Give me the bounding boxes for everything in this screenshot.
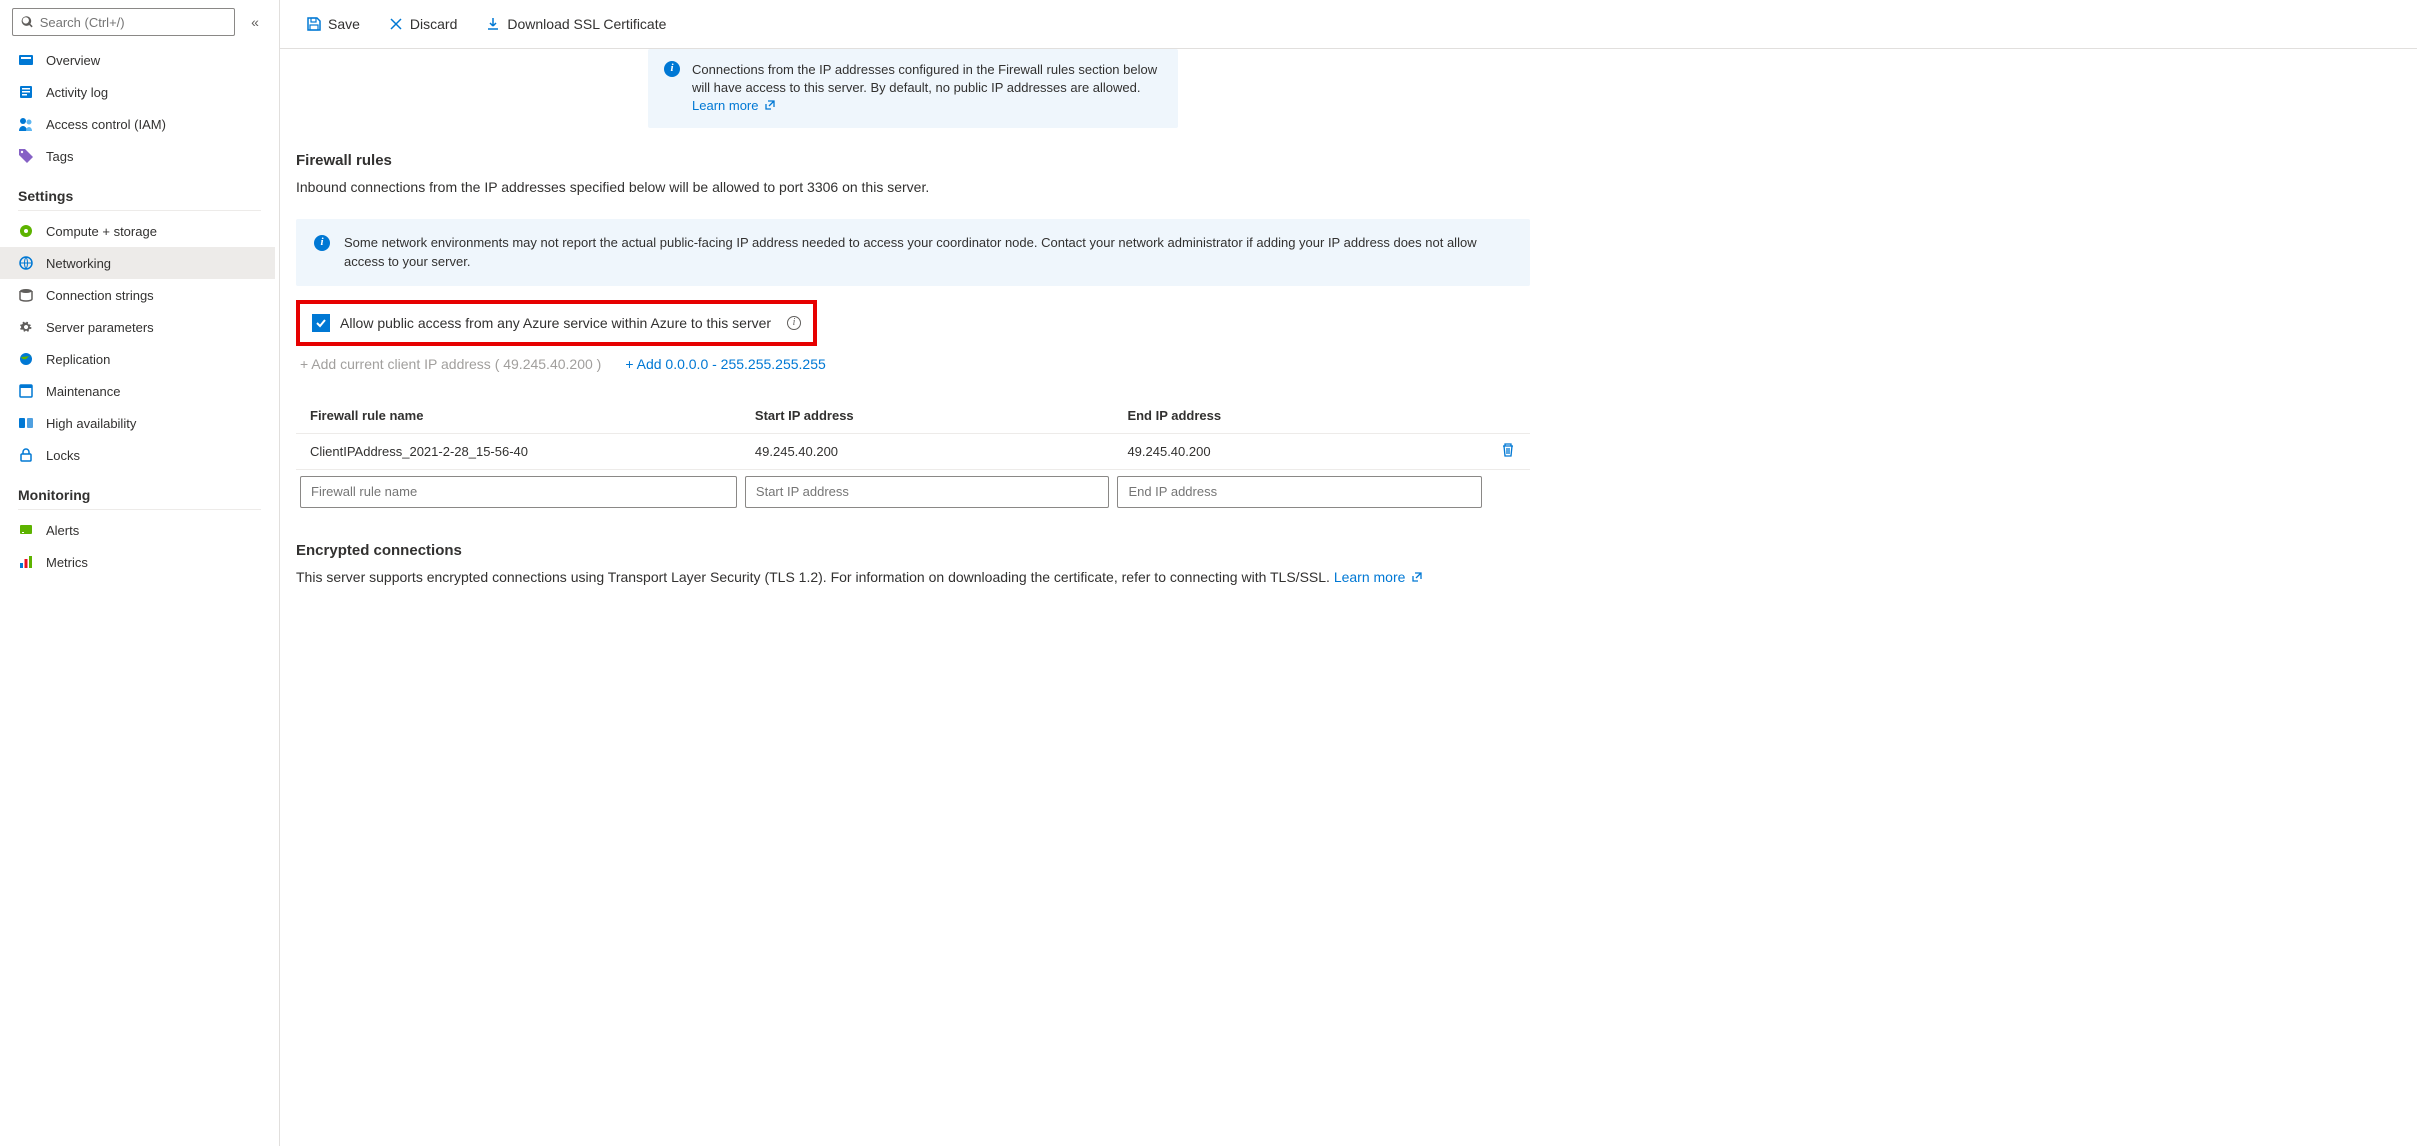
allow-azure-access-label: Allow public access from any Azure servi…: [340, 315, 771, 331]
nav-label: Maintenance: [46, 384, 120, 399]
nav-activity-log[interactable]: Activity log: [0, 76, 275, 108]
new-end-ip-input[interactable]: [1117, 476, 1482, 508]
discard-label: Discard: [410, 16, 457, 32]
new-start-ip-input[interactable]: [745, 476, 1110, 508]
download-label: Download SSL Certificate: [507, 16, 666, 32]
nav-replication[interactable]: Replication: [0, 343, 275, 375]
overview-icon: [18, 52, 34, 68]
nav-label: Server parameters: [46, 320, 154, 335]
search-icon: [21, 15, 34, 29]
maintenance-icon: [18, 383, 34, 399]
search-box[interactable]: [12, 8, 235, 36]
gear-icon: [18, 319, 34, 335]
table-row-new: [296, 469, 1530, 514]
nav-label: High availability: [46, 416, 136, 431]
info-text: Connections from the IP addresses config…: [692, 62, 1157, 95]
info-tooltip-icon[interactable]: i: [787, 316, 801, 330]
col-end-ip: End IP address: [1113, 398, 1486, 434]
networking-icon: [18, 255, 34, 271]
firewall-rules-desc: Inbound connections from the IP addresse…: [296, 179, 1530, 195]
sidebar: « Overview Activity log Access control (…: [0, 0, 280, 1146]
add-client-ip-link: + Add current client IP address ( 49.245…: [300, 356, 601, 372]
cell-end-ip: 49.245.40.200: [1113, 433, 1486, 469]
firewall-rules-title: Firewall rules: [296, 152, 1530, 169]
download-ssl-button[interactable]: Download SSL Certificate: [477, 12, 674, 36]
main: Save Discard Download SSL Certificate i …: [280, 0, 2417, 1146]
encrypted-connections-title: Encrypted connections: [296, 542, 1530, 559]
nav-label: Networking: [46, 256, 111, 271]
nav-label: Replication: [46, 352, 110, 367]
col-rule-name: Firewall rule name: [296, 398, 741, 434]
nav-label: Metrics: [46, 555, 88, 570]
nav-alerts[interactable]: Alerts: [0, 514, 275, 546]
nav-label: Locks: [46, 448, 80, 463]
info-icon: i: [314, 235, 330, 251]
nav-label: Tags: [46, 149, 73, 164]
save-icon: [306, 16, 322, 32]
trash-icon: [1500, 442, 1516, 458]
add-full-range-link[interactable]: + Add 0.0.0.0 - 255.255.255.255: [625, 356, 825, 372]
learn-more-link[interactable]: Learn more: [692, 98, 776, 113]
encrypted-connections-desc: This server supports encrypted connectio…: [296, 569, 1530, 585]
iam-icon: [18, 116, 34, 132]
check-icon: [315, 317, 327, 329]
nav-section-monitoring: Monitoring: [18, 477, 261, 510]
cell-rule-name: ClientIPAddress_2021-2-28_15-56-40: [296, 433, 741, 469]
search-input[interactable]: [40, 15, 226, 30]
external-link-icon: [764, 99, 776, 111]
nav-label: Connection strings: [46, 288, 154, 303]
info-box-firewall-intro: i Connections from the IP addresses conf…: [648, 49, 1178, 128]
metrics-icon: [18, 554, 34, 570]
tag-icon: [18, 148, 34, 164]
nav-metrics[interactable]: Metrics: [0, 546, 275, 578]
nav-high-availability[interactable]: High availability: [0, 407, 275, 439]
nav-label: Access control (IAM): [46, 117, 166, 132]
log-icon: [18, 84, 34, 100]
info-box-network-warning: i Some network environments may not repo…: [296, 219, 1530, 286]
nav-access-control[interactable]: Access control (IAM): [0, 108, 275, 140]
learn-more-link[interactable]: Learn more: [1334, 569, 1423, 585]
nav-compute-storage[interactable]: Compute + storage: [0, 215, 275, 247]
nav-label: Alerts: [46, 523, 79, 538]
compute-icon: [18, 223, 34, 239]
lock-icon: [18, 447, 34, 463]
globe-icon: [18, 351, 34, 367]
nav-label: Compute + storage: [46, 224, 157, 239]
nav-server-parameters[interactable]: Server parameters: [0, 311, 275, 343]
save-label: Save: [328, 16, 360, 32]
firewall-rules-table: Firewall rule name Start IP address End …: [296, 398, 1530, 514]
delete-rule-button[interactable]: [1486, 433, 1530, 469]
nav-networking[interactable]: Networking: [0, 247, 275, 279]
table-row: ClientIPAddress_2021-2-28_15-56-40 49.24…: [296, 433, 1530, 469]
info-text: Some network environments may not report…: [344, 233, 1512, 272]
cell-start-ip: 49.245.40.200: [741, 433, 1114, 469]
info-icon: i: [664, 61, 680, 77]
nav: Overview Activity log Access control (IA…: [0, 44, 279, 1146]
connstr-icon: [18, 287, 34, 303]
nav-section-settings: Settings: [18, 178, 261, 211]
nav-tags[interactable]: Tags: [0, 140, 275, 172]
discard-button[interactable]: Discard: [380, 12, 465, 36]
nav-overview[interactable]: Overview: [0, 44, 275, 76]
external-link-icon: [1411, 571, 1423, 583]
discard-icon: [388, 16, 404, 32]
collapse-sidebar-button[interactable]: «: [243, 10, 267, 34]
nav-label: Activity log: [46, 85, 108, 100]
new-rule-name-input[interactable]: [300, 476, 737, 508]
alerts-icon: [18, 522, 34, 538]
save-button[interactable]: Save: [298, 12, 368, 36]
col-start-ip: Start IP address: [741, 398, 1114, 434]
nav-label: Overview: [46, 53, 100, 68]
download-icon: [485, 16, 501, 32]
nav-maintenance[interactable]: Maintenance: [0, 375, 275, 407]
nav-connection-strings[interactable]: Connection strings: [0, 279, 275, 311]
allow-azure-access-checkbox[interactable]: [312, 314, 330, 332]
allow-azure-access-highlight: Allow public access from any Azure servi…: [296, 300, 817, 346]
nav-locks[interactable]: Locks: [0, 439, 275, 471]
toolbar: Save Discard Download SSL Certificate: [280, 0, 2417, 49]
ha-icon: [18, 415, 34, 431]
